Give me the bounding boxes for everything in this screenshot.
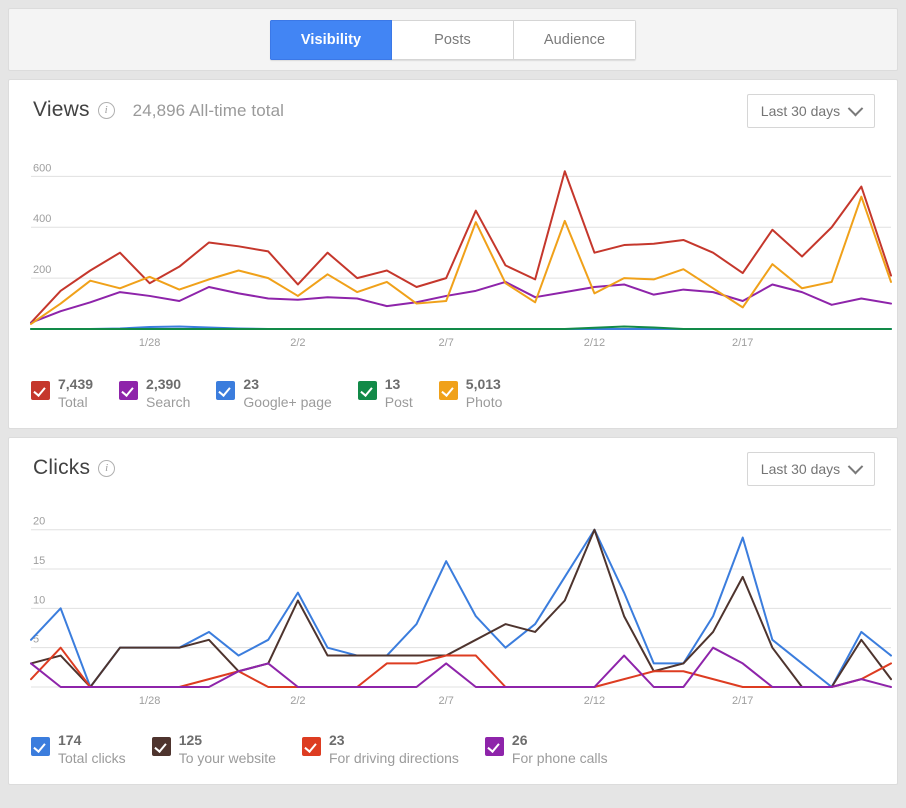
legend-label: Total	[58, 394, 88, 411]
tab-audience[interactable]: Audience	[514, 19, 636, 60]
legend-value: 125	[178, 732, 203, 749]
info-icon[interactable]: i	[97, 102, 115, 119]
tab-posts[interactable]: Posts	[392, 19, 514, 60]
legend-checkbox[interactable]	[357, 381, 377, 401]
svg-text:2/12: 2/12	[584, 695, 605, 707]
svg-text:2/17: 2/17	[732, 337, 753, 349]
legend-text: 23 For driving directions	[329, 732, 459, 768]
legend-label: For driving directions	[328, 750, 459, 767]
legend-checkbox[interactable]	[31, 737, 50, 757]
legend-value: 23	[328, 732, 345, 749]
clicks-title-group: Clicks i	[33, 456, 116, 480]
info-icon[interactable]: i	[98, 460, 116, 477]
legend-value: 7,439	[58, 376, 94, 393]
legend-checkbox[interactable]	[119, 381, 139, 401]
clicks-legend: 174 Total clicks 125 To your website 23 For d…	[31, 732, 881, 768]
legend-item[interactable]: 7,439 Total	[31, 376, 93, 412]
tab-visibility[interactable]: Visibility	[270, 19, 392, 60]
legend-checkbox[interactable]	[301, 737, 321, 757]
legend-label: Google+ page	[243, 394, 332, 411]
views-date-range-label: Last 30 days	[760, 103, 841, 119]
legend-value: 2,390	[146, 376, 182, 393]
legend-value: 5,013	[465, 376, 501, 393]
clicks-chart: 5 10 15 20 1/28 2/2 2/7 2/12 2/17	[9, 500, 897, 715]
chevron-down-icon	[847, 100, 864, 116]
analytics-page: Visibility Posts Audience Views i 24,896…	[0, 0, 906, 808]
svg-text:2/7: 2/7	[439, 695, 454, 707]
clicks-date-range-select[interactable]: Last 30 days	[747, 452, 875, 486]
views-title: Views	[33, 98, 90, 121]
legend-label: Total clicks	[58, 750, 126, 767]
legend-value: 23	[243, 376, 259, 393]
svg-text:2/12: 2/12	[584, 337, 605, 349]
svg-text:2/2: 2/2	[290, 695, 305, 707]
clicks-card-header: Clicks i Last 30 days	[9, 438, 897, 500]
legend-checkbox[interactable]	[216, 381, 236, 401]
legend-label: For phone calls	[511, 750, 608, 767]
legend-text: 23 Google+ page	[243, 376, 331, 412]
views-card-header: Views i 24,896 All-time total Last 30 da…	[9, 80, 897, 142]
clicks-date-range-label: Last 30 days	[760, 461, 841, 477]
chevron-down-icon	[847, 458, 864, 474]
legend-item[interactable]: 125 To your website	[151, 732, 276, 768]
legend-value: 174	[58, 732, 82, 749]
views-title-group: Views i 24,896 All-time total	[33, 98, 284, 122]
legend-checkbox[interactable]	[484, 737, 504, 757]
legend-text: 174 Total clicks	[58, 732, 126, 768]
legend-value: 26	[511, 732, 528, 749]
legend-text: 125 To your website	[179, 732, 276, 768]
legend-text: 26 For phone calls	[512, 732, 608, 768]
clicks-title: Clicks	[33, 456, 91, 479]
legend-item[interactable]: 13 Post	[357, 376, 413, 412]
svg-text:2/17: 2/17	[732, 695, 753, 707]
views-legend: 7,439 Total 2,390 Search 23 Google+ page 13 Pos…	[31, 376, 881, 412]
legend-label: Post	[384, 394, 413, 411]
svg-text:400: 400	[33, 213, 51, 225]
legend-item[interactable]: 174 Total clicks	[31, 732, 126, 768]
views-chart-svg: 200 400 600 1/28 2/2 2/7 2/12 2/17	[30, 162, 892, 349]
svg-text:1/28: 1/28	[139, 337, 160, 349]
clicks-chart-svg: 51015201/28 2/2 2/7 2/12 2/17	[30, 516, 892, 707]
legend-checkbox[interactable]	[31, 381, 50, 401]
tab-group: Visibility Posts Audience	[270, 19, 636, 60]
svg-text:600: 600	[33, 162, 51, 174]
svg-text:2/7: 2/7	[439, 337, 454, 349]
views-date-range-select[interactable]: Last 30 days	[747, 94, 875, 128]
svg-text:15: 15	[33, 555, 45, 567]
legend-text: 13 Post	[385, 376, 413, 412]
legend-text: 2,390 Search	[146, 376, 190, 412]
svg-text:200: 200	[33, 264, 51, 276]
svg-text:10: 10	[33, 594, 45, 606]
views-subtitle: 24,896 All-time total	[132, 101, 285, 120]
views-card: Views i 24,896 All-time total Last 30 da…	[8, 79, 898, 429]
legend-item[interactable]: 23 Google+ page	[216, 376, 332, 412]
legend-item[interactable]: 26 For phone calls	[484, 732, 608, 768]
legend-label: Search	[146, 394, 191, 411]
legend-label: To your website	[178, 750, 276, 767]
svg-text:1/28: 1/28	[139, 695, 160, 707]
svg-text:20: 20	[33, 516, 45, 528]
legend-item[interactable]: 5,013 Photo	[438, 376, 503, 412]
legend-item[interactable]: 23 For driving directions	[301, 732, 459, 768]
views-chart: 200 400 600 1/28 2/2 2/7 2/12 2/17	[9, 142, 897, 357]
legend-text: 7,439 Total	[58, 376, 93, 412]
tab-bar: Visibility Posts Audience	[8, 8, 898, 71]
clicks-card: Clicks i Last 30 days 5 10 15 20 1/28 2/2 2/7 2…	[8, 437, 898, 785]
legend-text: 5,013 Photo	[466, 376, 503, 412]
legend-label: Photo	[465, 394, 503, 411]
legend-item[interactable]: 2,390 Search	[119, 376, 190, 412]
legend-checkbox[interactable]	[151, 737, 171, 757]
svg-text:2/2: 2/2	[290, 337, 305, 349]
legend-checkbox[interactable]	[438, 381, 458, 401]
legend-value: 13	[384, 376, 401, 393]
